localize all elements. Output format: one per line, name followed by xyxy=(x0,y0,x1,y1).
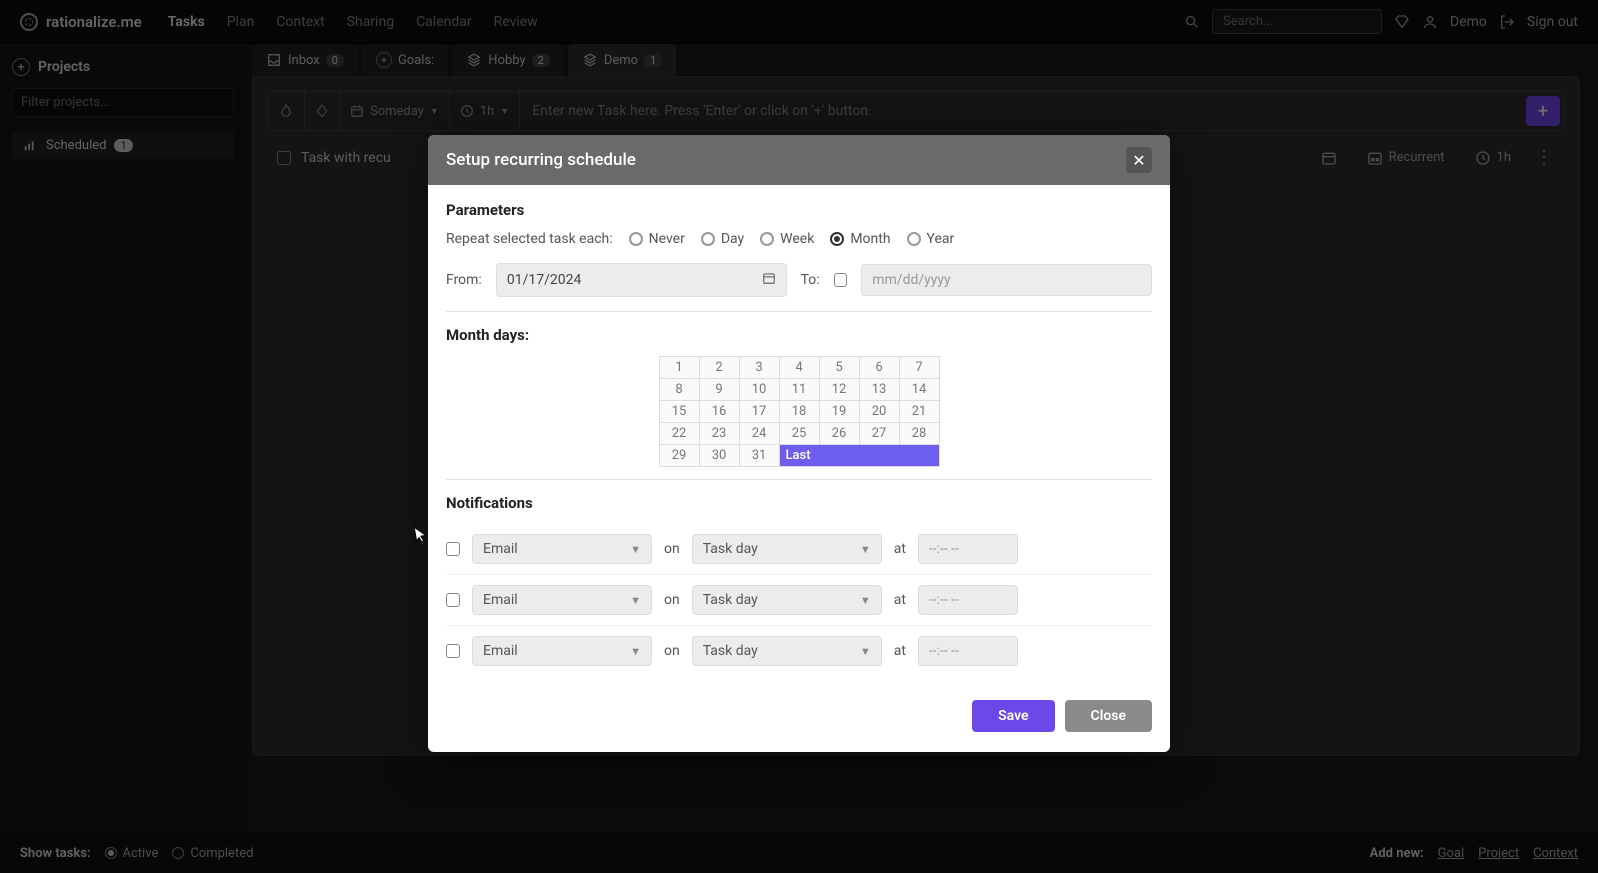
day-1[interactable]: 1 xyxy=(660,357,700,379)
day-6[interactable]: 6 xyxy=(860,357,900,379)
day-7[interactable]: 7 xyxy=(900,357,940,379)
day-29[interactable]: 29 xyxy=(660,445,700,467)
notif-method-select[interactable]: Email▼ xyxy=(472,534,652,564)
notif-when-select[interactable]: Task day▼ xyxy=(692,636,882,666)
day-26[interactable]: 26 xyxy=(820,423,860,445)
day-24[interactable]: 24 xyxy=(740,423,780,445)
day-14[interactable]: 14 xyxy=(900,379,940,401)
repeat-day[interactable]: Day xyxy=(701,231,744,247)
day-31[interactable]: 31 xyxy=(740,445,780,467)
monthdays-heading: Month days: xyxy=(446,326,1152,344)
notif-when-select[interactable]: Task day▼ xyxy=(692,585,882,615)
repeat-week[interactable]: Week xyxy=(760,231,814,247)
recurring-modal: Setup recurring schedule ✕ Parameters Re… xyxy=(428,135,1170,752)
to-enable-checkbox[interactable] xyxy=(834,273,848,287)
from-label: From: xyxy=(446,272,482,288)
repeat-row: Repeat selected task each: Never Day Wee… xyxy=(446,231,1152,247)
day-27[interactable]: 27 xyxy=(860,423,900,445)
calendar-icon xyxy=(762,271,776,289)
day-17[interactable]: 17 xyxy=(740,401,780,423)
modal-footer: Save Close xyxy=(428,686,1170,752)
day-15[interactable]: 15 xyxy=(660,401,700,423)
day-grid: 1234567891011121314151617181920212223242… xyxy=(659,356,940,467)
save-button[interactable]: Save xyxy=(972,700,1054,732)
day-25[interactable]: 25 xyxy=(780,423,820,445)
day-2[interactable]: 2 xyxy=(700,357,740,379)
notif-row-0: Email▼ on Task day▼ at --:-- -- xyxy=(446,524,1152,575)
day-12[interactable]: 12 xyxy=(820,379,860,401)
day-19[interactable]: 19 xyxy=(820,401,860,423)
close-button[interactable]: Close xyxy=(1065,700,1152,732)
date-row: From: 01/17/2024 To: mm/dd/yyyy xyxy=(446,263,1152,297)
to-label: To: xyxy=(801,272,820,288)
day-5[interactable]: 5 xyxy=(820,357,860,379)
modal-overlay: Setup recurring schedule ✕ Parameters Re… xyxy=(0,0,1598,873)
notif-enable-checkbox[interactable] xyxy=(446,644,460,658)
notif-row-1: Email▼ on Task day▼ at --:-- -- xyxy=(446,575,1152,626)
notif-row-2: Email▼ on Task day▼ at --:-- -- xyxy=(446,626,1152,676)
day-20[interactable]: 20 xyxy=(860,401,900,423)
notif-time-input[interactable]: --:-- -- xyxy=(918,636,1018,666)
close-icon[interactable]: ✕ xyxy=(1126,147,1152,173)
notif-enable-checkbox[interactable] xyxy=(446,593,460,607)
params-heading: Parameters xyxy=(446,201,1152,219)
modal-header: Setup recurring schedule ✕ xyxy=(428,135,1170,185)
repeat-never[interactable]: Never xyxy=(629,231,685,247)
day-4[interactable]: 4 xyxy=(780,357,820,379)
notif-enable-checkbox[interactable] xyxy=(446,542,460,556)
day-18[interactable]: 18 xyxy=(780,401,820,423)
notifs-heading: Notifications xyxy=(446,494,1152,512)
day-22[interactable]: 22 xyxy=(660,423,700,445)
day-10[interactable]: 10 xyxy=(740,379,780,401)
modal-title: Setup recurring schedule xyxy=(446,150,636,170)
repeat-year[interactable]: Year xyxy=(907,231,955,247)
from-date-input[interactable]: 01/17/2024 xyxy=(496,263,787,297)
day-30[interactable]: 30 xyxy=(700,445,740,467)
notif-when-select[interactable]: Task day▼ xyxy=(692,534,882,564)
notif-method-select[interactable]: Email▼ xyxy=(472,636,652,666)
notif-time-input[interactable]: --:-- -- xyxy=(918,585,1018,615)
day-13[interactable]: 13 xyxy=(860,379,900,401)
day-last[interactable]: Last xyxy=(780,445,940,467)
day-16[interactable]: 16 xyxy=(700,401,740,423)
day-3[interactable]: 3 xyxy=(740,357,780,379)
repeat-month[interactable]: Month xyxy=(830,231,890,247)
day-11[interactable]: 11 xyxy=(780,379,820,401)
day-28[interactable]: 28 xyxy=(900,423,940,445)
day-9[interactable]: 9 xyxy=(700,379,740,401)
day-8[interactable]: 8 xyxy=(660,379,700,401)
day-23[interactable]: 23 xyxy=(700,423,740,445)
notif-time-input[interactable]: --:-- -- xyxy=(918,534,1018,564)
repeat-label: Repeat selected task each: xyxy=(446,231,613,247)
notif-method-select[interactable]: Email▼ xyxy=(472,585,652,615)
day-21[interactable]: 21 xyxy=(900,401,940,423)
to-date-input[interactable]: mm/dd/yyyy xyxy=(861,264,1152,296)
